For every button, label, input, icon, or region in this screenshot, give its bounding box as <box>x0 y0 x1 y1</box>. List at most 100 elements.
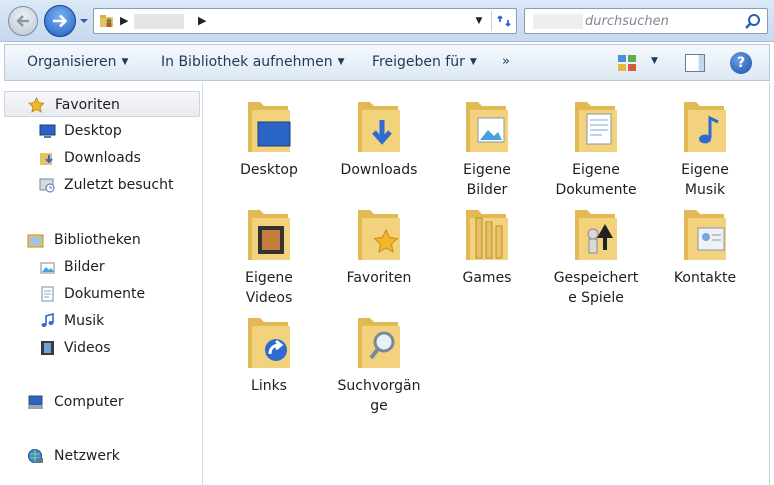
include-in-library-label: In Bibliothek aufnehmen <box>161 54 333 70</box>
search-scope-redacted <box>533 14 583 29</box>
videos-library-icon <box>41 341 54 355</box>
change-view-icon[interactable] <box>617 54 637 72</box>
chevron-down-icon: ▼ <box>121 57 129 67</box>
folder-item[interactable]: Eigene Videos <box>214 196 324 306</box>
folder-label: Eigene Dokumente <box>555 162 637 198</box>
recent-places-icon <box>39 178 55 193</box>
folder-item[interactable]: Eigene Dokumente <box>541 88 651 198</box>
nav-network-label: Netzwerk <box>54 448 120 464</box>
folder-label: Downloads <box>340 162 418 178</box>
folder-item[interactable]: Suchvorgän ge <box>324 304 434 414</box>
folder-item[interactable]: Eigene Bilder <box>432 88 542 198</box>
star-icon <box>28 97 45 113</box>
search-box[interactable]: durchsuchen <box>524 8 768 34</box>
folder-label: Links <box>251 378 287 394</box>
breadcrumb-separator[interactable]: ▶ <box>198 14 206 27</box>
nav-documents-label: Dokumente <box>64 286 146 302</box>
share-with-label: Freigeben für <box>372 54 465 70</box>
nav-favorites[interactable]: Favoriten <box>4 91 200 117</box>
nav-pictures[interactable]: Bilder <box>4 254 200 280</box>
nav-music[interactable]: Musik <box>4 308 200 334</box>
favorites-folder-icon <box>358 210 400 260</box>
nav-computer-label: Computer <box>54 394 124 410</box>
pictures-library-icon <box>40 262 55 274</box>
nav-recent[interactable]: Zuletzt besucht <box>4 172 200 198</box>
refresh-button[interactable] <box>491 11 515 31</box>
folder-item[interactable]: Favoriten <box>324 196 434 304</box>
folder-item[interactable]: Gespeichert e Spiele <box>541 196 651 306</box>
folder-label: Gespeichert e Spiele <box>553 270 639 306</box>
nav-libraries[interactable]: Bibliotheken <box>4 227 200 253</box>
arrow-left-icon <box>16 15 29 27</box>
computer-icon <box>28 395 43 409</box>
refresh-icon <box>496 15 511 27</box>
breadcrumb-segment-redacted[interactable] <box>134 14 184 29</box>
pictures-folder-icon <box>466 102 508 152</box>
folder-item[interactable]: Links <box>214 304 324 412</box>
music-library-icon <box>41 313 54 327</box>
nav-favorites-label: Favoriten <box>55 97 120 113</box>
documents-library-icon <box>41 286 54 302</box>
folder-item[interactable]: Kontakte <box>650 196 760 304</box>
command-bar: Organisieren ▼ In Bibliothek aufnehmen ▼ F… <box>4 44 770 81</box>
folder-label: Favoriten <box>346 270 412 286</box>
preview-pane-icon[interactable] <box>685 54 705 72</box>
view-options-dropdown[interactable]: ▼ <box>651 56 658 66</box>
back-button[interactable] <box>8 6 38 36</box>
contacts-folder-icon <box>684 210 726 260</box>
folder-label: Kontakte <box>673 270 737 286</box>
folder-label: Eigene Videos <box>245 270 293 306</box>
window-border <box>769 82 770 485</box>
organize-menu[interactable]: Organisieren ▼ <box>27 54 128 70</box>
folder-label: Eigene Bilder <box>463 162 511 198</box>
nav-computer[interactable]: Computer <box>4 389 200 415</box>
nav-desktop[interactable]: Desktop <box>4 118 200 144</box>
folder-label: Suchvorgän ge <box>337 378 421 414</box>
nav-downloads[interactable]: Downloads <box>4 145 200 171</box>
address-bar-region: ▶ ▶ ▼ durchsuchen <box>0 0 774 42</box>
downloads-folder-icon <box>40 153 53 165</box>
nav-recent-label: Zuletzt besucht <box>64 177 174 193</box>
folder-label: Games <box>462 270 512 286</box>
videos-folder-icon <box>248 210 290 260</box>
folder-item[interactable]: Downloads <box>324 88 434 196</box>
arrow-right-icon <box>53 14 68 28</box>
folder-label: Eigene Musik <box>681 162 729 198</box>
links-folder-icon <box>248 318 290 368</box>
search-icon[interactable] <box>744 13 761 30</box>
nav-documents[interactable]: Dokumente <box>4 281 200 307</box>
nav-network[interactable]: Netzwerk <box>4 443 200 469</box>
nav-libraries-label: Bibliotheken <box>54 232 141 248</box>
folder-item[interactable]: Eigene Musik <box>650 88 760 198</box>
nav-pictures-label: Bilder <box>64 259 105 275</box>
folder-item[interactable]: Desktop <box>214 88 324 196</box>
downloads-folder-icon <box>358 102 400 152</box>
forward-button[interactable] <box>44 5 76 37</box>
address-field[interactable]: ▶ ▶ ▼ <box>93 8 517 34</box>
user-folder-icon <box>100 15 113 27</box>
folder-label: Desktop <box>240 162 298 178</box>
share-with-menu[interactable]: Freigeben für ▼ <box>372 54 477 70</box>
help-icon[interactable]: ? <box>730 52 752 74</box>
include-in-library-menu[interactable]: In Bibliothek aufnehmen ▼ <box>161 54 345 70</box>
more-commands-button[interactable]: » <box>502 54 510 69</box>
nav-downloads-label: Downloads <box>64 150 141 166</box>
music-folder-icon <box>684 102 726 152</box>
recent-pages-dropdown[interactable] <box>79 16 89 26</box>
nav-videos-label: Videos <box>64 340 111 356</box>
breadcrumb-separator[interactable]: ▶ <box>120 14 128 27</box>
nav-videos[interactable]: Videos <box>4 335 200 361</box>
folder-item[interactable]: Games <box>432 196 542 304</box>
desktop-folder-icon <box>248 102 291 152</box>
games-folder-icon <box>466 210 508 260</box>
file-list: Desktop Downloads Eigene Bilder Eigene D… <box>204 82 770 485</box>
network-icon <box>28 449 43 463</box>
searches-folder-icon <box>358 318 400 368</box>
organize-label: Organisieren <box>27 54 117 70</box>
chevron-down-icon: ▼ <box>469 57 477 67</box>
desktop-icon <box>39 124 56 138</box>
address-dropdown-button[interactable]: ▼ <box>471 13 487 29</box>
navigation-pane: Favoriten Desktop Downloads Zuletzt besu… <box>4 82 203 485</box>
chevron-down-icon: ▼ <box>337 57 345 67</box>
libraries-icon <box>27 234 44 248</box>
